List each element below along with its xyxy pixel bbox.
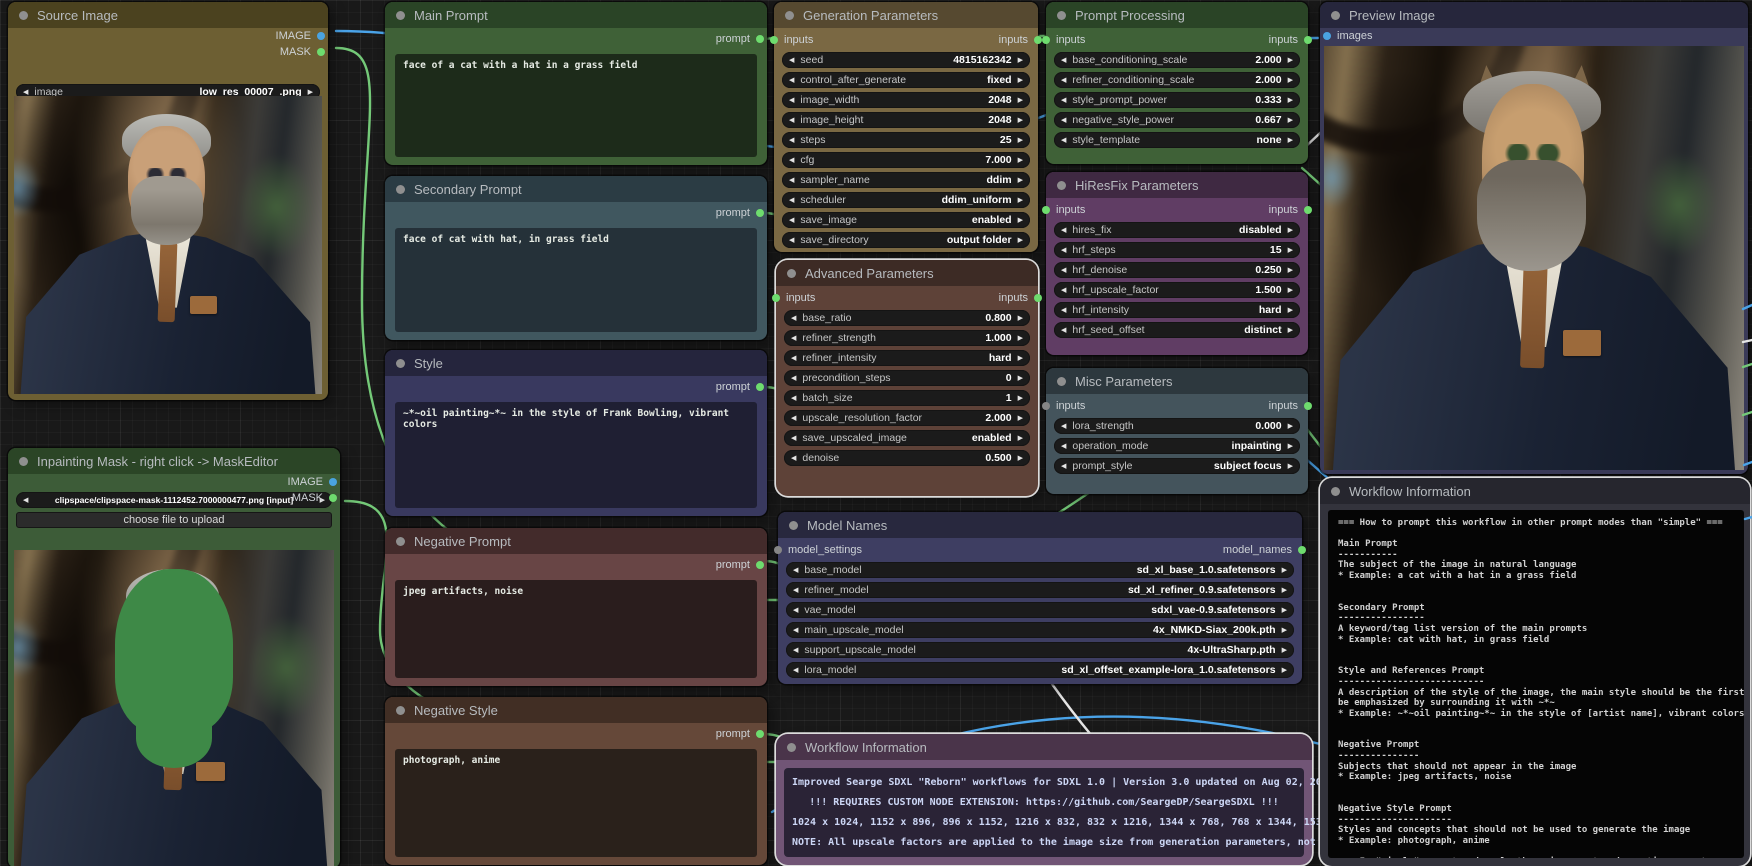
node-graph-canvas[interactable]: Source Image IMAGE MASK ◀ image low_res_… [0,0,1752,866]
offscreen-link-stubs [1741,303,1752,521]
